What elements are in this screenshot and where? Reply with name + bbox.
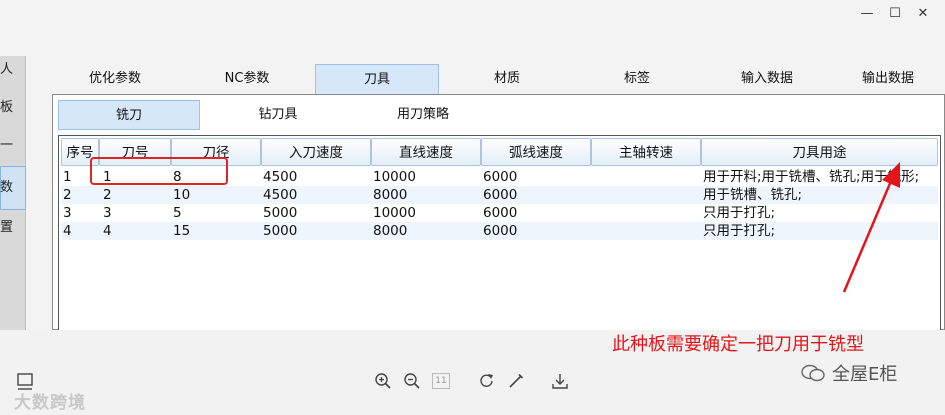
page-count-box[interactable]: 11 xyxy=(432,373,450,389)
subtab-milling-cutter[interactable]: 铣刀 xyxy=(58,100,200,130)
cell-tool-no: 4 xyxy=(103,223,112,239)
watermark-right-text: 全屋E柜 xyxy=(832,364,898,385)
cell-plunge-speed: 4500 xyxy=(263,187,298,203)
col-header-arc-speed[interactable]: 弧线速度 xyxy=(481,138,591,166)
download-icon[interactable] xyxy=(551,372,569,390)
tab-tools[interactable]: 刀具 xyxy=(315,64,439,94)
col-header-line-speed[interactable]: 直线速度 xyxy=(371,138,481,166)
cell-plunge-speed: 5000 xyxy=(263,205,298,221)
cell-line-speed: 8000 xyxy=(373,223,408,239)
tab-material[interactable]: 材质 xyxy=(445,64,569,94)
cell-arc-speed: 6000 xyxy=(483,223,518,239)
annotation-arrow xyxy=(842,162,900,293)
title-bar: — ☐ ✕ xyxy=(0,0,945,28)
watermark-left: 大数跨境 xyxy=(14,393,86,413)
cell-index: 2 xyxy=(63,187,72,203)
cell-arc-speed: 6000 xyxy=(483,169,518,185)
col-header-spindle-speed[interactable]: 主轴转速 xyxy=(591,138,701,166)
cell-diameter: 15 xyxy=(173,223,191,239)
cell-tool-no: 3 xyxy=(103,205,112,221)
tab-output-data[interactable]: 输出数据 xyxy=(835,64,941,94)
cell-arc-speed: 6000 xyxy=(483,205,518,221)
minimize-icon[interactable]: — xyxy=(856,4,878,22)
cell-line-speed: 10000 xyxy=(373,169,416,185)
zoom-in-icon[interactable] xyxy=(374,372,392,390)
left-nav-item[interactable]: 板 xyxy=(0,96,13,115)
wechat-icon xyxy=(801,364,825,382)
cell-tool-no: 2 xyxy=(103,187,112,203)
subtab-drill-tools[interactable]: 钻刀具 xyxy=(213,100,343,130)
left-nav-item[interactable]: 数 xyxy=(0,176,13,195)
left-nav-item[interactable]: 人 xyxy=(0,58,13,77)
tab-nc-params[interactable]: NC参数 xyxy=(186,64,308,94)
table-row[interactable]: 3 3 5 5000 10000 6000 只用于打孔; xyxy=(61,204,938,222)
cell-arc-speed: 6000 xyxy=(483,187,518,203)
tab-input-data[interactable]: 输入数据 xyxy=(705,64,829,94)
cell-index: 4 xyxy=(63,223,72,239)
left-nav-item[interactable]: 置 xyxy=(0,216,13,235)
left-nav-strip: 人 板 一 数 置 xyxy=(0,56,26,330)
tab-optimize-params[interactable]: 优化参数 xyxy=(50,64,180,94)
highlight-box xyxy=(90,157,228,185)
cell-plunge-speed: 4500 xyxy=(263,169,298,185)
cell-diameter: 10 xyxy=(173,187,191,203)
edit-pen-icon[interactable] xyxy=(507,372,525,390)
rotate-icon[interactable] xyxy=(478,372,496,390)
table-row[interactable]: 4 4 15 5000 8000 6000 只用于打孔; xyxy=(61,222,938,240)
col-header-plunge-speed[interactable]: 入刀速度 xyxy=(261,138,371,166)
watermark-right: 全屋E柜 xyxy=(800,360,897,386)
cell-line-speed: 10000 xyxy=(373,205,416,221)
cell-index: 1 xyxy=(63,169,72,185)
table-row[interactable]: 2 2 10 4500 8000 6000 用于铣槽、铣孔; xyxy=(61,186,938,204)
top-tab-bar: 优化参数 NC参数 刀具 材质 标签 输入数据 输出数据 xyxy=(50,64,945,94)
cell-line-speed: 8000 xyxy=(373,187,408,203)
tab-labels[interactable]: 标签 xyxy=(575,64,699,94)
annotation-text: 此种板需要确定一把刀用于铣型 xyxy=(612,334,864,355)
tool-panel: 铣刀 钻刀具 用刀策略 序号 刀号 刀径 入刀速度 直线速度 弧线速度 主轴转速… xyxy=(52,94,945,331)
cell-index: 3 xyxy=(63,205,72,221)
zoom-out-icon[interactable] xyxy=(403,372,421,390)
maximize-icon[interactable]: ☐ xyxy=(884,4,906,22)
sub-tab-bar: 铣刀 钻刀具 用刀策略 xyxy=(58,100,938,130)
left-nav-item[interactable]: 一 xyxy=(0,134,13,153)
cell-diameter: 5 xyxy=(173,205,182,221)
close-icon[interactable]: ✕ xyxy=(912,4,934,22)
subtab-tool-strategy[interactable]: 用刀策略 xyxy=(358,100,488,130)
cell-plunge-speed: 5000 xyxy=(263,223,298,239)
